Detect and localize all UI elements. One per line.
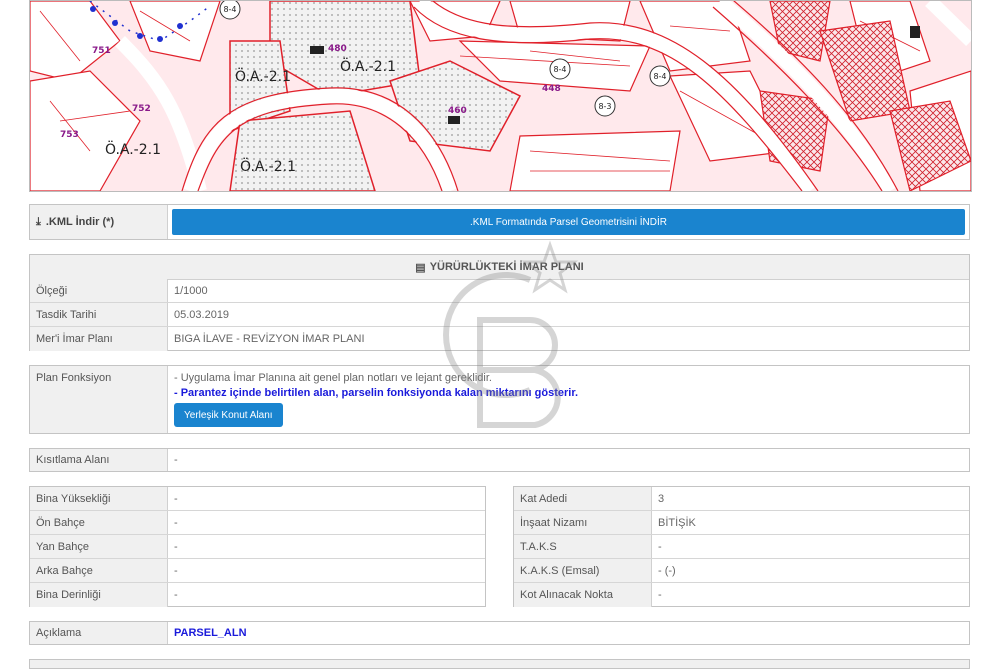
table-row-value: - xyxy=(174,589,178,601)
parcel-number: 460 xyxy=(448,106,467,116)
kml-label-text: .KML İndir (*) xyxy=(45,216,115,228)
table-row: Kot Alınacak Nokta - xyxy=(514,583,969,607)
building-left-table: Bina Yüksekliği - Ön Bahçe - Yan Bahçe -… xyxy=(29,486,486,607)
kml-download-button[interactable]: .KML Formatında Parsel Geometrisini İNDİ… xyxy=(172,209,965,235)
restriction-box: Kısıtlama Alanı - xyxy=(29,448,970,472)
table-row-value: - xyxy=(658,540,662,553)
table-row: Bina Derinliği - xyxy=(30,583,485,607)
road-label: 8-4 xyxy=(223,5,236,14)
plan-row-label: Mer'i İmar Planı xyxy=(30,327,168,351)
table-row: T.A.K.S - xyxy=(514,535,969,559)
table-row-value: - xyxy=(658,589,662,601)
map-view[interactable]: 8-4 8-4 8-3 8-4 Ö.A.-2.1 Ö.A.-2.1 Ö.A.-2… xyxy=(29,0,972,192)
plan-function-label-text: Plan Fonksiyon xyxy=(36,372,112,384)
table-row-value: BİTİŞİK xyxy=(658,516,696,529)
document-icon: ▤ xyxy=(415,261,426,274)
zone-label: Ö.A.-2.1 xyxy=(235,67,291,85)
note-label: Açıklama xyxy=(30,622,168,644)
table-row: İnşaat Nizamı BİTİŞİK xyxy=(514,511,969,535)
plan-row-label: Ölçeği xyxy=(30,279,168,302)
table-row-label: Bina Yüksekliği xyxy=(30,487,168,510)
table-row-value: - xyxy=(174,516,178,529)
table-row-label: T.A.K.S xyxy=(514,535,652,558)
zone-label: Ö.A.-2.1 xyxy=(240,157,296,175)
parcel-number: 448 xyxy=(542,84,561,94)
zoning-plan-box: ▤ YÜRÜRLÜKTEKİ İMAR PLANI Ölçeği 1/1000 … xyxy=(29,254,970,351)
table-row-label: K.A.K.S (Emsal) xyxy=(514,559,652,582)
parcel-number: 753 xyxy=(60,130,79,140)
table-row: Arka Bahçe - xyxy=(30,559,485,583)
table-row-value: - xyxy=(174,564,178,577)
restriction-value: - xyxy=(174,454,178,466)
download-icon: ⤓ xyxy=(36,215,41,228)
road-label: 8-4 xyxy=(553,65,566,74)
note-value: PARSEL_ALN xyxy=(174,627,247,639)
plan-row-current-plan: Mer'i İmar Planı BIGA İLAVE - REVİZYON İ… xyxy=(30,327,969,351)
residential-area-button[interactable]: Yerleşik Konut Alanı xyxy=(174,403,283,427)
parcel-number: 752 xyxy=(132,104,151,114)
restriction-label: Kısıtlama Alanı xyxy=(30,449,168,471)
table-row-value: 3 xyxy=(658,492,665,505)
building-right-table: Kat Adedi 3 İnşaat Nizamı BİTİŞİK T.A.K.… xyxy=(513,486,970,607)
table-row-label: Arka Bahçe xyxy=(30,559,168,582)
plan-note-parenthesis: - Parantez içinde belirtilen alan, parse… xyxy=(174,387,579,399)
parcel-number: 751 xyxy=(92,46,111,56)
plan-row-scale: Ölçeği 1/1000 xyxy=(30,279,969,303)
plan-row-approval-date: Tasdik Tarihi 05.03.2019 xyxy=(30,303,969,327)
next-section-header xyxy=(29,659,970,669)
plan-function-label: Plan Fonksiyon xyxy=(30,366,168,433)
table-row-label: Yan Bahçe xyxy=(30,535,168,558)
table-row: Yan Bahçe - xyxy=(30,535,485,559)
table-row-value: - xyxy=(174,540,178,553)
plan-note-general: - Uygulama İmar Planına ait genel plan n… xyxy=(174,372,492,384)
table-row: Bina Yüksekliği - xyxy=(30,487,485,511)
table-row: Kat Adedi 3 xyxy=(514,487,969,511)
road-label: 8-3 xyxy=(598,102,611,111)
table-row-label: İnşaat Nizamı xyxy=(514,511,652,534)
table-row-value: - xyxy=(174,492,178,505)
zoning-plan-header: ▤ YÜRÜRLÜKTEKİ İMAR PLANI xyxy=(30,255,969,280)
parcel-number: 480 xyxy=(328,44,347,54)
zone-label: Ö.A.-2.1 xyxy=(340,57,396,75)
plan-row-value: 1/1000 xyxy=(174,284,208,297)
plan-row-value: BIGA İLAVE - REVİZYON İMAR PLANI xyxy=(174,333,365,345)
plan-function-box: Plan Fonksiyon - Uygulama İmar Planına a… xyxy=(29,365,970,434)
kml-download-box: ⤓ .KML İndir (*) .KML Formatında Parsel … xyxy=(29,204,970,240)
road-label: 8-4 xyxy=(653,72,666,81)
table-row: Ön Bahçe - xyxy=(30,511,485,535)
table-row: K.A.K.S (Emsal) - (-) xyxy=(514,559,969,583)
table-row-label: Kat Adedi xyxy=(514,487,652,510)
zoning-plan-title: YÜRÜRLÜKTEKİ İMAR PLANI xyxy=(429,261,584,273)
kml-label: ⤓ .KML İndir (*) xyxy=(30,205,168,239)
zone-label: Ö.A.-2.1 xyxy=(105,140,161,158)
note-box: Açıklama PARSEL_ALN xyxy=(29,621,970,645)
table-row-label: Bina Derinliği xyxy=(30,583,168,607)
table-row-label: Ön Bahçe xyxy=(30,511,168,534)
plan-row-value: 05.03.2019 xyxy=(174,308,230,321)
table-row-value: - (-) xyxy=(658,564,676,577)
parcel-map-graphic: 8-4 8-4 8-3 8-4 Ö.A.-2.1 Ö.A.-2.1 Ö.A.-2… xyxy=(30,1,971,191)
table-row-label: Kot Alınacak Nokta xyxy=(514,583,652,607)
plan-row-label: Tasdik Tarihi xyxy=(30,303,168,326)
